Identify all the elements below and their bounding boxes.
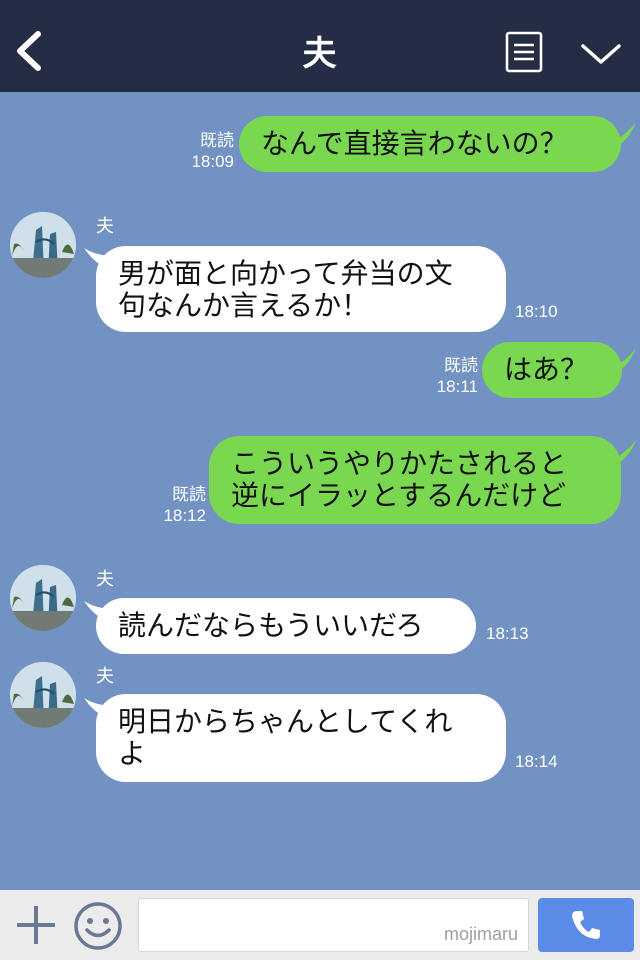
- message-meta: 既読 18:12: [150, 484, 206, 526]
- message-text-line: こういうやりかたされると: [231, 447, 568, 480]
- sender-name: 夫: [96, 569, 114, 590]
- message-bubble-incoming[interactable]: 読んだならもういいだろ: [96, 598, 476, 654]
- chevron-down-icon[interactable]: [580, 38, 622, 68]
- chat-area[interactable]: 既読 18:09 なんで直接言わないの？ 夫 男が面と向かって弁当の文 句なんか…: [0, 92, 640, 890]
- message-bubble-incoming[interactable]: 明日からちゃんとしてくれ よ: [96, 694, 506, 782]
- message-text-line: よ: [118, 737, 147, 770]
- message-bubble-outgoing[interactable]: なんで直接言わないの？: [239, 116, 621, 172]
- message-bubble-outgoing[interactable]: はあ？: [482, 342, 622, 398]
- message-time: 18:12: [163, 506, 206, 525]
- message-text-line: 明日からちゃんとしてくれ: [118, 705, 453, 738]
- chat-header: 夫: [0, 0, 640, 92]
- message-time: 18:14: [515, 752, 558, 771]
- message-text: はあ？: [504, 353, 589, 386]
- message-time: 18:10: [515, 302, 558, 321]
- message-text-line: 逆にイラッとするんだけど: [231, 479, 567, 512]
- avatar-photo-icon: [10, 565, 76, 631]
- read-receipt: 既読: [172, 485, 206, 504]
- message-text-line: 男が面と向かって弁当の文: [118, 257, 453, 290]
- message-time: 18:13: [486, 624, 529, 643]
- read-receipt: 既読: [200, 131, 234, 150]
- message-time: 18:09: [191, 152, 234, 171]
- sender-name: 夫: [96, 216, 114, 237]
- watermark-text: mojimaru: [443, 924, 518, 944]
- message-text: 読んだならもういいだろ: [118, 609, 424, 642]
- message-meta: 既読 18:11: [422, 355, 478, 397]
- smiley-icon[interactable]: [73, 901, 123, 951]
- avatar-photo-icon: [10, 212, 76, 278]
- message-text: なんで直接言わないの？: [261, 127, 568, 160]
- message-input[interactable]: mojimaru: [138, 898, 529, 952]
- avatar-photo-icon: [10, 662, 76, 728]
- menu-lines-icon[interactable]: [505, 31, 543, 73]
- avatar[interactable]: [10, 565, 76, 631]
- message-bubble-outgoing[interactable]: こういうやりかたされると 逆にイラッとするんだけど: [209, 436, 621, 524]
- read-receipt: 既読: [444, 356, 478, 375]
- sender-name: 夫: [96, 666, 114, 687]
- avatar[interactable]: [10, 662, 76, 728]
- avatar[interactable]: [10, 212, 76, 278]
- message-text-line: 句なんか言えるか！: [118, 289, 370, 322]
- chat-title: 夫: [302, 34, 338, 74]
- plus-icon[interactable]: [14, 903, 58, 947]
- message-bubble-incoming[interactable]: 男が面と向かって弁当の文 句なんか言えるか！: [96, 246, 506, 332]
- phone-icon: [572, 911, 600, 939]
- input-bar: mojimaru: [0, 890, 640, 960]
- message-meta: 既読 18:09: [180, 130, 234, 172]
- message-time: 18:11: [436, 377, 478, 396]
- call-button[interactable]: [538, 898, 634, 952]
